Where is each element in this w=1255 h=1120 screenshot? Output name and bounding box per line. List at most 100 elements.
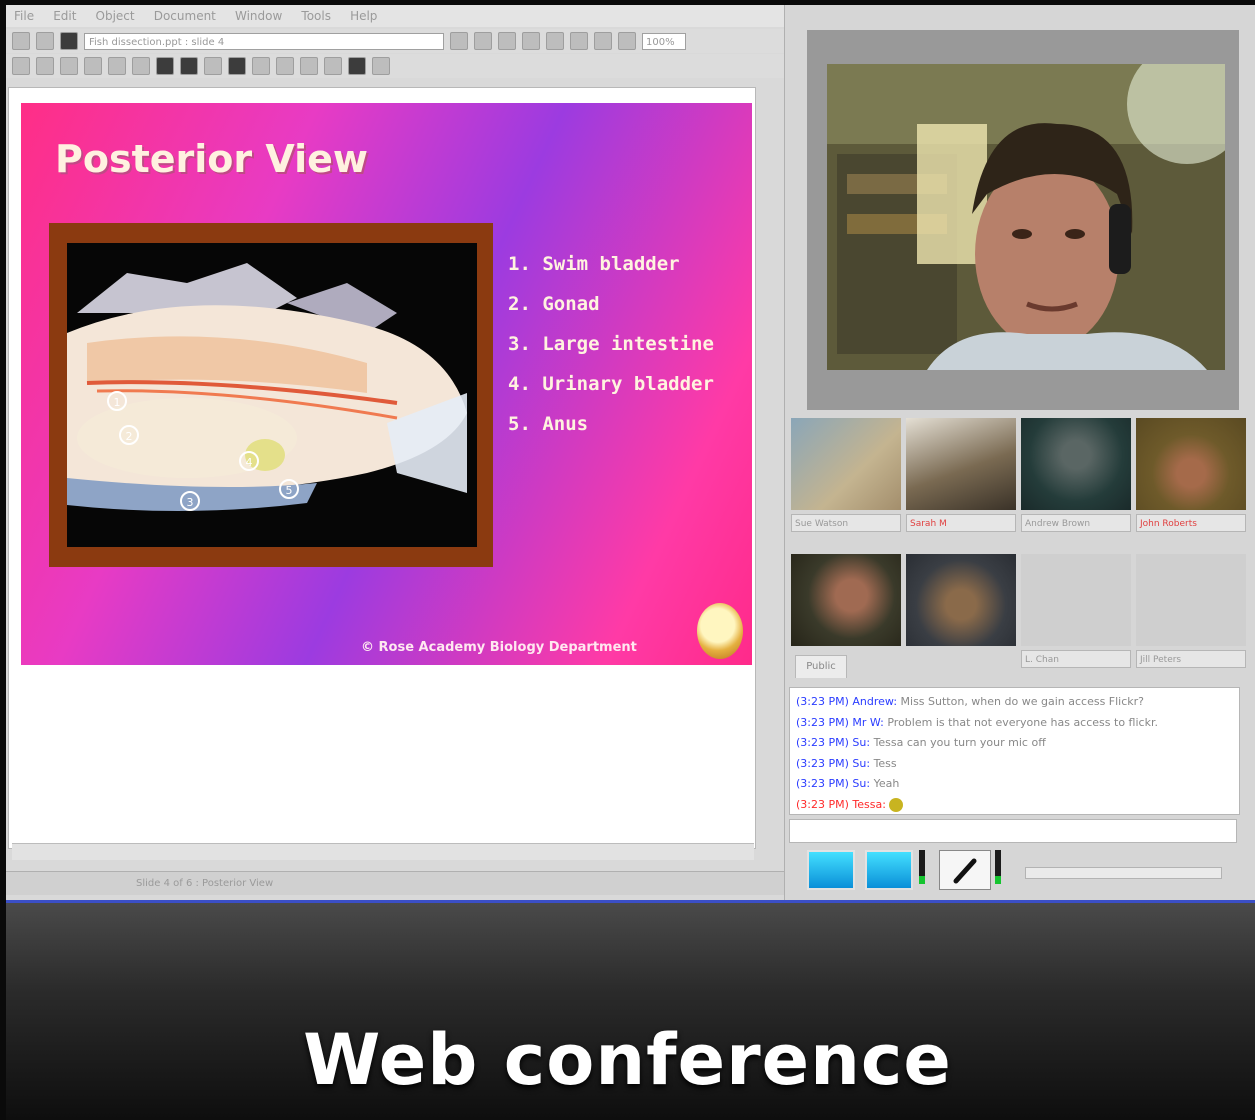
prev-slide-icon[interactable] <box>450 32 468 50</box>
organ-item: 4. Urinary bladder <box>508 373 714 395</box>
pointer-icon[interactable] <box>498 32 516 50</box>
volume-slider[interactable] <box>1025 867 1222 879</box>
level-meter-icon <box>919 850 925 884</box>
speaker-level <box>919 850 925 890</box>
menu-file[interactable]: File <box>6 5 40 23</box>
participant-name: Andrew Brown <box>1021 514 1131 532</box>
eraser-tool-icon[interactable] <box>276 57 294 75</box>
slide: Posterior View 1 2 3 4 5 1. Swim bladder… <box>21 103 752 665</box>
document-area[interactable]: Posterior View 1 2 3 4 5 1. Swim bladder… <box>8 87 756 849</box>
marker-4: 4 <box>239 451 259 471</box>
text-tool-icon[interactable] <box>60 57 78 75</box>
rect-tool-icon[interactable] <box>204 57 222 75</box>
conference-panel: Sue Watson Sarah M Andrew Brown John Rob… <box>784 5 1255 900</box>
presenter-video <box>827 64 1225 370</box>
shape-tool-icon[interactable] <box>132 57 150 75</box>
open-icon[interactable] <box>36 32 54 50</box>
fish-dissection-image <box>67 243 477 547</box>
marker-5: 5 <box>279 479 299 499</box>
chat-message: (3:23 PM) Mr W: Problem is that not ever… <box>796 713 1233 734</box>
chat-tab-public[interactable]: Public <box>795 655 847 678</box>
fish-photo: 1 2 3 4 5 <box>67 243 477 547</box>
participant-tile-empty[interactable]: Jill Peters <box>1136 554 1246 672</box>
participant-tile-empty[interactable]: L. Chan <box>1021 554 1131 672</box>
chat-sender: (3:23 PM) Su: <box>796 777 871 790</box>
participant-tile[interactable]: Andrew Brown <box>1021 418 1131 536</box>
pen-tool-icon[interactable] <box>84 57 102 75</box>
play-icon[interactable] <box>522 32 540 50</box>
slide-footer: © Rose Academy Biology Department <box>361 640 637 655</box>
speaker-button[interactable] <box>865 850 913 890</box>
chat-message: (3:23 PM) Tessa: <box>796 795 1233 816</box>
participant-tile[interactable] <box>906 554 1016 672</box>
trash-icon[interactable] <box>618 32 636 50</box>
chat-sender: (3:23 PM) Andrew: <box>796 695 898 708</box>
chat-input[interactable] <box>789 819 1237 843</box>
file-field[interactable]: Fish dissection.ppt : slide 4 <box>84 32 444 50</box>
arrow-tool-icon[interactable] <box>12 57 30 75</box>
drawing-toolbar <box>6 54 786 78</box>
presenter-video-image <box>827 64 1225 370</box>
line-tool-icon[interactable] <box>108 57 126 75</box>
globe-icon[interactable] <box>594 32 612 50</box>
highlighter-tool-icon[interactable] <box>252 57 270 75</box>
menu-help[interactable]: Help <box>342 5 383 23</box>
participant-name: Sarah M <box>906 514 1016 532</box>
camera-button[interactable] <box>807 850 855 890</box>
chat-message: (3:23 PM) Su: Yeah <box>796 774 1233 795</box>
participant-name: Jill Peters <box>1136 650 1246 668</box>
marker-3: 3 <box>180 491 200 511</box>
line-width-icon[interactable] <box>372 57 390 75</box>
photo-frame: 1 2 3 4 5 <box>49 223 493 567</box>
main-video[interactable] <box>807 30 1239 410</box>
ellipse-tool-icon[interactable] <box>156 57 174 75</box>
select-tool-icon[interactable] <box>36 57 54 75</box>
organ-item: 3. Large intestine <box>508 333 714 355</box>
stamp-icon[interactable] <box>570 32 588 50</box>
chat-text: Tessa can you turn your mic off <box>873 736 1046 749</box>
filled-rect-tool-icon[interactable] <box>228 57 246 75</box>
menu-tools[interactable]: Tools <box>293 5 337 23</box>
new-icon[interactable] <box>12 32 30 50</box>
chat-text: Tess <box>873 756 897 770</box>
color-swatch-icon[interactable] <box>348 57 366 75</box>
menu-edit[interactable]: Edit <box>45 5 82 23</box>
menu-bar: File Edit Object Document Window Tools H… <box>6 5 786 27</box>
menu-document[interactable]: Document <box>146 5 222 23</box>
marker-2: 2 <box>119 425 139 445</box>
participant-video <box>791 554 901 646</box>
chat-message: (3:23 PM) Su: Tess <box>796 754 1233 775</box>
participant-video-empty <box>1021 554 1131 646</box>
slide-title: Posterior View <box>55 137 368 181</box>
next-slide-icon[interactable] <box>474 32 492 50</box>
chat-text: Yeah <box>873 777 900 790</box>
school-logo <box>697 603 743 659</box>
horizontal-scrollbar[interactable] <box>12 843 754 860</box>
camera-tool-icon[interactable] <box>324 57 342 75</box>
chat-sender: (3:23 PM) Su: <box>796 736 871 749</box>
screen: File Edit Object Document Window Tools H… <box>6 5 1255 900</box>
zoom-select[interactable]: 100% <box>642 32 686 50</box>
organ-item: 1. Swim bladder <box>508 253 680 275</box>
menu-object[interactable]: Object <box>88 5 141 23</box>
participant-tile[interactable]: Sarah M <box>906 418 1016 536</box>
participant-tile[interactable]: John Roberts <box>1136 418 1246 536</box>
chat-message: (3:23 PM) Andrew: Miss Sutton, when do w… <box>796 692 1233 713</box>
filled-ellipse-tool-icon[interactable] <box>180 57 198 75</box>
organ-item: 2. Gonad <box>508 293 600 315</box>
chat-sender: (3:23 PM) Tessa: <box>796 797 886 811</box>
participant-tile[interactable]: Sue Watson <box>791 418 901 536</box>
hand-icon[interactable] <box>546 32 564 50</box>
participant-video <box>906 554 1016 646</box>
save-icon[interactable] <box>60 32 78 50</box>
status-bar: Slide 4 of 6 : Posterior View <box>6 871 784 895</box>
grid-tool-icon[interactable] <box>300 57 318 75</box>
menu-window[interactable]: Window <box>227 5 288 23</box>
chat-text: Problem is that not everyone has access … <box>887 715 1158 729</box>
chat-sender: (3:23 PM) Su: <box>796 756 871 770</box>
speaker-icon <box>865 850 913 890</box>
chat-log[interactable]: (3:23 PM) Andrew: Miss Sutton, when do w… <box>789 687 1240 815</box>
organ-item: 5. Anus <box>508 413 589 435</box>
camera-icon <box>807 850 855 890</box>
microphone-button[interactable] <box>939 850 991 890</box>
